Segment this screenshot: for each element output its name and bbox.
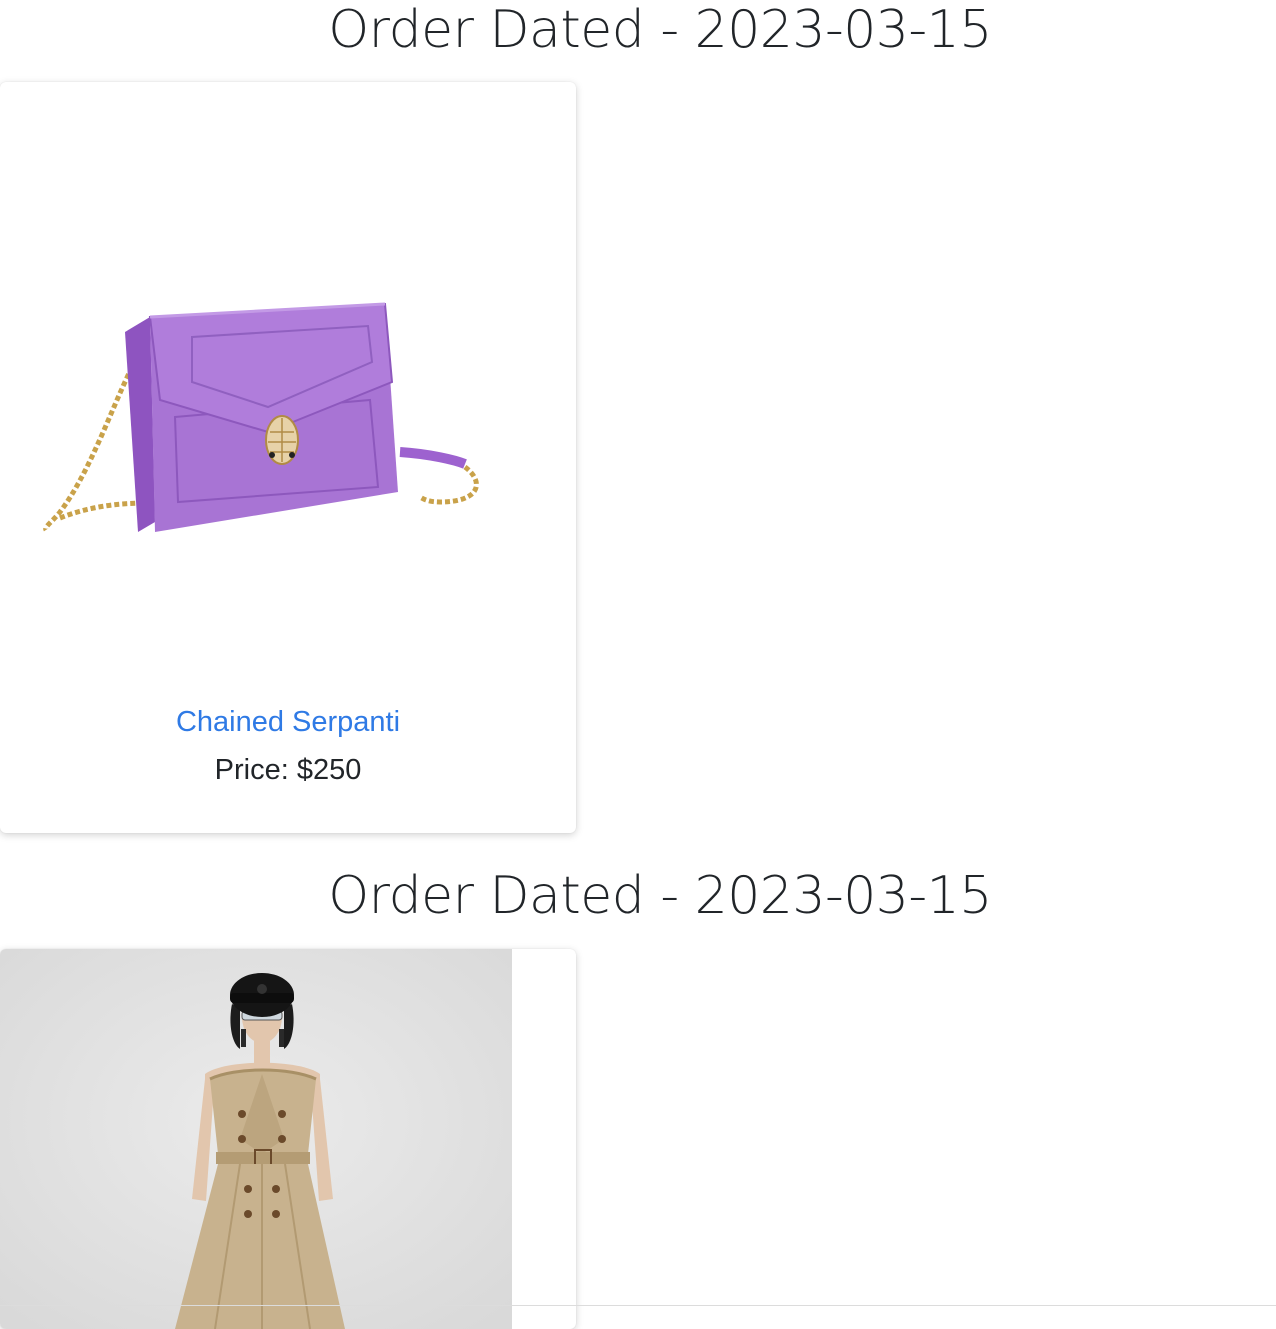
order-item-card: Chained Serpanti Price: $250 — [0, 82, 576, 833]
order-date-heading: Order Dated - 2023-03-15 — [328, 866, 992, 926]
product-image[interactable] — [0, 82, 576, 702]
viewport-divider — [0, 1305, 1276, 1306]
order-date-heading: Order Dated - 2023-03-15 — [328, 0, 992, 60]
order-item-card — [0, 949, 576, 1329]
order-section: Order Dated - 2023-03-15 — [0, 0, 1276, 840]
order-section: Order Dated - 2023-03-15 — [0, 860, 1276, 1329]
purple-bag-icon — [43, 302, 479, 532]
product-image[interactable] — [0, 949, 512, 1329]
product-price: Price: $250 — [214, 754, 362, 786]
product-name-link[interactable]: Chained Serpanti — [0, 703, 576, 741]
